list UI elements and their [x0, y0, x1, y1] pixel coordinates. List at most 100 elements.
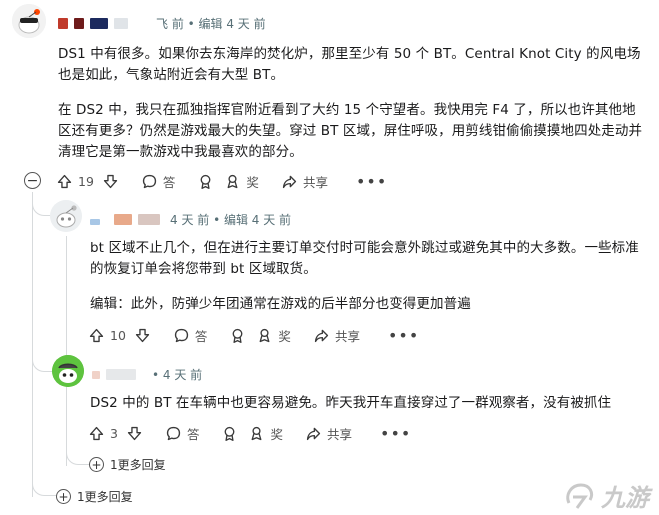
award-button[interactable]: 奖: [248, 424, 283, 443]
reply-button[interactable]: 答: [165, 424, 200, 443]
more-replies-button[interactable]: + 1更多回复: [56, 488, 133, 505]
avatar[interactable]: [50, 200, 82, 232]
comment-body: bt 区域不止几个，但在进行主要订单交付时可能会意外跳过或避免其中的大多数。一些…: [90, 238, 646, 329]
share-button[interactable]: 共享: [305, 424, 352, 443]
award-label: 奖: [270, 426, 283, 442]
upvote-button[interactable]: 3: [88, 425, 118, 442]
redacted-username: [138, 214, 160, 225]
downvote-icon: [127, 426, 142, 440]
upvote-button[interactable]: 19: [56, 173, 94, 190]
share-button[interactable]: 共享: [313, 326, 360, 345]
award-label: 奖: [278, 328, 291, 344]
comment-meta: 4 天 前 • 编辑 4 天 前: [90, 211, 291, 228]
downvote-button[interactable]: [102, 173, 119, 190]
share-icon: [306, 427, 321, 440]
redacted-username[interactable]: [92, 370, 100, 379]
award-ribbon-icon: [259, 328, 270, 342]
reply-button[interactable]: 答: [173, 326, 208, 345]
share-icon: [314, 329, 329, 342]
award-ribbon-icon: [252, 426, 262, 440]
plus-symbol: +: [91, 457, 102, 472]
award-button[interactable]: 奖: [256, 326, 291, 345]
thread-curve-reply1: [32, 196, 52, 216]
upvote-icon: [89, 328, 104, 342]
share-icon: [282, 175, 297, 188]
thread-curve-more-root: [32, 476, 56, 496]
award-ribbon-icon: [227, 174, 238, 188]
reply-label: 答: [162, 174, 176, 190]
downvote-button[interactable]: [126, 425, 143, 442]
award-button[interactable]: 奖: [224, 172, 259, 191]
comment-paragraph: DS2 中的 BT 在车辆中也更容易避免。昨天我开车直接穿过了一群观察者，没有被…: [90, 395, 612, 411]
plus-icon: +: [56, 489, 71, 504]
award-icon: [232, 328, 243, 343]
more-options-button[interactable]: •••: [380, 424, 411, 443]
snoo-avatar-icon: [12, 4, 46, 38]
comment-actions: 19 答 奖 共享 •••: [56, 167, 387, 195]
comment-paragraph: 在 DS2 中，我只在孤独指挥官附近看到了大约 15 个守望者。我快用完 F4 …: [58, 102, 643, 160]
award-button[interactable]: [221, 425, 238, 442]
redacted-username[interactable]: [58, 18, 68, 29]
watermark-logo-icon: [566, 482, 594, 509]
more-replies-label: 1更多回复: [77, 490, 133, 504]
redacted-username[interactable]: [90, 219, 100, 225]
comment-timestamp: • 4 天 前: [152, 368, 203, 382]
plus-icon: +: [89, 457, 104, 472]
share-label: 共享: [334, 328, 360, 344]
thread-curve-reply2: [32, 352, 54, 372]
vote-count: 3: [110, 425, 118, 441]
comment-paragraph: bt 区域不止几个，但在进行主要订单交付时可能会意外跳过或避免其中的大多数。一些…: [90, 240, 639, 277]
snoo-avatar-icon: [52, 355, 84, 387]
downvote-button[interactable]: [134, 327, 151, 344]
comment-meta: • 4 天 前: [92, 366, 202, 383]
comment-timestamp: 4 天 前 • 编辑 4 天 前: [170, 213, 292, 227]
more-replies-label: 1更多回复: [110, 458, 166, 472]
redacted-username: [114, 18, 128, 29]
comment-actions: 10 答 奖 共享 •••: [88, 321, 419, 349]
downvote-icon: [103, 174, 118, 188]
upvote-button[interactable]: 10: [88, 327, 126, 344]
more-replies-button[interactable]: + 1更多回复: [89, 456, 166, 473]
downvote-icon: [135, 328, 150, 342]
reply-label: 答: [186, 426, 200, 442]
redacted-username: [74, 18, 84, 29]
thread-curve-more-nested: [66, 445, 90, 465]
award-icon: [200, 174, 211, 189]
vote-count: 10: [110, 327, 126, 343]
share-button[interactable]: 共享: [281, 172, 328, 191]
comment-paragraph: 编辑：此外，防弹少年团通常在游戏的后半部分也变得更加普遍: [90, 296, 471, 312]
redacted-username: [114, 214, 132, 225]
comment-timestamp: 飞 前 • 编辑 4 天 前: [156, 17, 266, 31]
watermark-text: 九游: [601, 484, 649, 512]
avatar[interactable]: [52, 355, 84, 387]
reply-label: 答: [194, 328, 208, 344]
award-button[interactable]: [229, 327, 246, 344]
more-options-button[interactable]: •••: [356, 172, 387, 191]
comment-bubble-icon: [142, 174, 157, 188]
comment-paragraph: DS1 中有很多。如果你去东海岸的焚化炉，那里至少有 50 个 BT。Centr…: [58, 46, 641, 83]
plus-symbol: +: [58, 489, 69, 504]
award-icon: [225, 426, 235, 441]
award-button[interactable]: [197, 173, 214, 190]
upvote-icon: [89, 426, 104, 440]
watermark: 九游: [563, 478, 649, 513]
share-label: 共享: [326, 426, 352, 442]
thread-line-reply1: [66, 236, 67, 466]
more-options-button[interactable]: •••: [388, 326, 419, 345]
comment-actions: 3 答 奖 共享 •••: [88, 419, 411, 447]
share-label: 共享: [302, 174, 328, 190]
award-label: 奖: [246, 174, 259, 190]
reply-button[interactable]: 答: [141, 172, 176, 191]
comment-meta: 飞 前 • 编辑 4 天 前: [58, 15, 266, 32]
comment-bubble-icon: [174, 328, 189, 342]
vote-count: 19: [78, 173, 94, 189]
avatar[interactable]: [12, 4, 46, 38]
redacted-username: [90, 18, 108, 29]
upvote-icon: [57, 174, 72, 188]
minus-icon: −: [26, 172, 39, 189]
thread-line-root: [32, 192, 33, 497]
redacted-username: [106, 369, 136, 380]
snoo-avatar-icon: [50, 200, 82, 232]
collapse-thread-button[interactable]: −: [24, 172, 41, 189]
comment-bubble-icon: [166, 426, 181, 440]
